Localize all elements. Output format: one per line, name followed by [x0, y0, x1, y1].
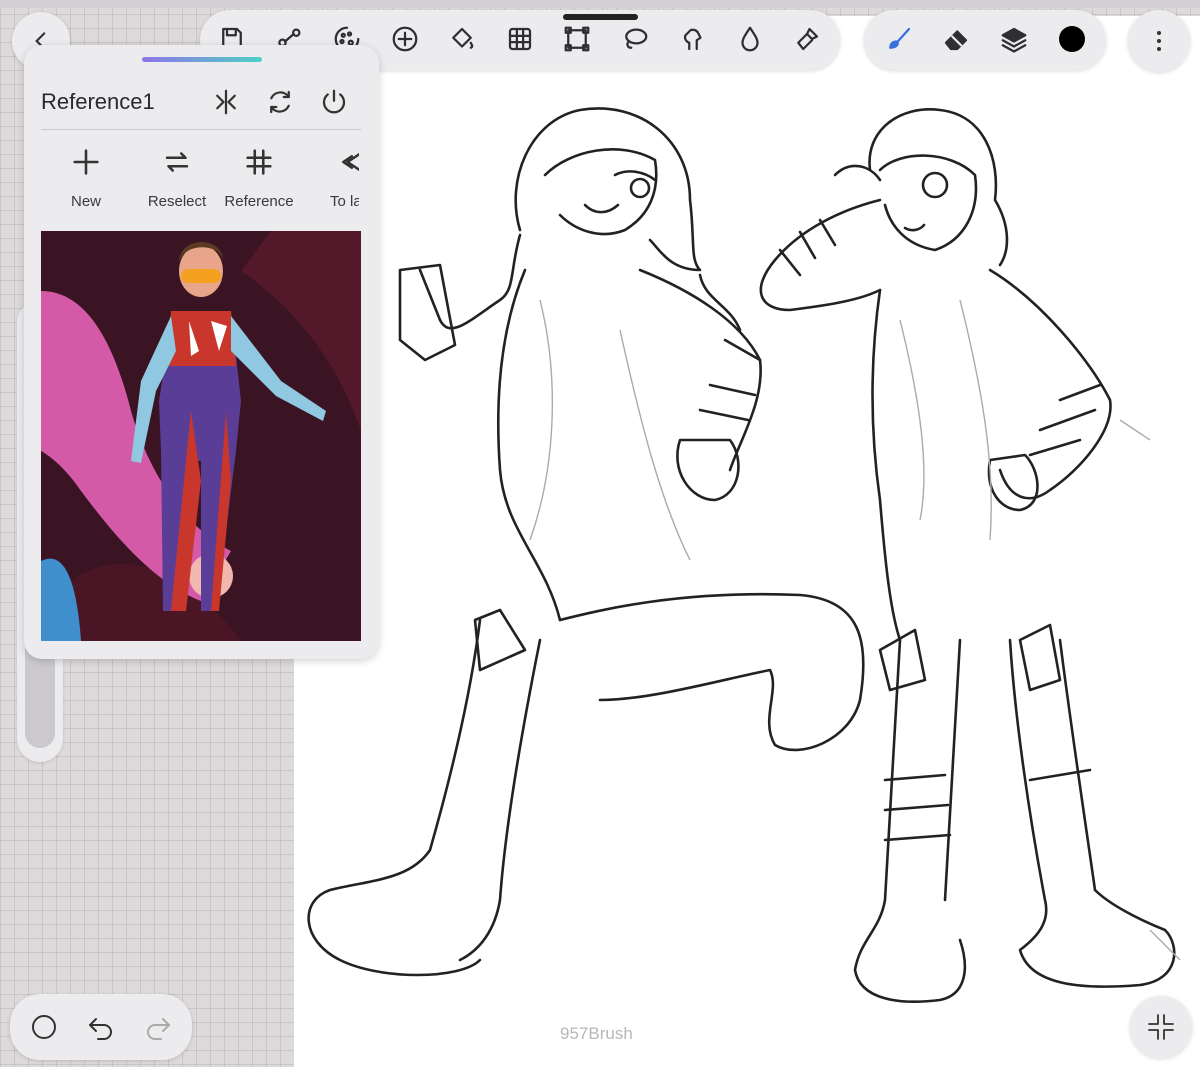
bottom-toolbar	[10, 994, 192, 1060]
more-button[interactable]	[1128, 10, 1190, 72]
to-layer-label: To la	[330, 193, 359, 210]
new-label: New	[70, 193, 101, 210]
water-drop-icon[interactable]	[733, 22, 767, 56]
reselect-icon	[165, 152, 189, 172]
layers-icon[interactable]	[997, 22, 1031, 56]
power-icon[interactable]	[317, 85, 351, 119]
sketch-artwork	[307, 107, 1181, 1003]
smudge-brush-icon[interactable]	[790, 22, 824, 56]
reference-label: Reference	[224, 193, 294, 210]
redo-icon[interactable]	[142, 1011, 174, 1043]
fill-bucket-icon[interactable]	[445, 22, 479, 56]
liquify-icon[interactable]	[676, 22, 710, 56]
reselect-label: Reselect	[147, 193, 207, 210]
add-icon[interactable]	[388, 22, 422, 56]
reference-title: Reference1	[41, 89, 155, 114]
eraser-icon[interactable]	[939, 22, 973, 56]
refresh-icon[interactable]	[263, 85, 297, 119]
circle-icon[interactable]	[28, 1011, 60, 1043]
collapse-ui-button[interactable]	[1130, 996, 1192, 1058]
undo-icon[interactable]	[85, 1011, 117, 1043]
new-reference-button[interactable]: New	[41, 141, 131, 211]
drag-handle[interactable]	[563, 14, 638, 20]
reference-illustration	[41, 231, 361, 641]
transform-icon[interactable]	[560, 22, 594, 56]
lasso-icon[interactable]	[618, 22, 652, 56]
reference-panel: Reference1 New Reselect Reference To la	[24, 45, 379, 659]
panel-drag-handle[interactable]	[142, 57, 262, 62]
to-layer-button[interactable]: To la	[314, 141, 359, 211]
reselect-button[interactable]: Reselect	[132, 141, 222, 211]
flip-icon[interactable]	[209, 85, 243, 119]
color-swatch[interactable]	[1055, 22, 1089, 56]
plus-icon	[73, 149, 99, 175]
reference-button[interactable]: Reference	[214, 141, 304, 211]
reference-image[interactable]	[41, 231, 361, 641]
more-vertical-icon	[1157, 31, 1161, 51]
collapse-icon	[1148, 1014, 1174, 1040]
top-strip	[0, 0, 1200, 8]
watermark: 957Brush	[560, 1024, 633, 1043]
current-color-dot	[1059, 26, 1085, 52]
layer-icon	[342, 152, 359, 172]
drawing-canvas[interactable]	[294, 16, 1200, 1067]
hash-icon	[246, 149, 272, 175]
grid-icon[interactable]	[503, 22, 537, 56]
brush-icon[interactable]	[882, 22, 916, 56]
panel-divider	[41, 129, 361, 130]
